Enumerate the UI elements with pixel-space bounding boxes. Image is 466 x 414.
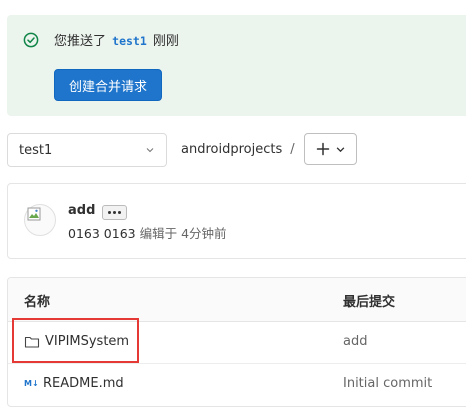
check-circle-icon [23,32,39,48]
column-header-name: 名称 [24,295,51,310]
breadcrumb: androidprojects / [181,140,295,160]
file-last-commit-link[interactable]: add [343,334,367,349]
breadcrumb-root-link[interactable]: androidprojects [181,142,282,157]
broken-image-icon [27,207,41,221]
commit-action: 编辑于 [139,226,178,241]
table-header: 名称 最后提交 [8,278,466,322]
breadcrumb-separator: / [290,142,295,157]
file-name-text: README.md [43,376,124,391]
ellipsis-icon [108,211,121,214]
commit-time: 4分钟前 [181,226,227,241]
create-merge-request-button[interactable]: 创建合并请求 [54,69,162,101]
table-row[interactable]: M↓ README.md Initial commit [8,364,466,406]
alert-message: 您推送了 test1 刚刚 [54,32,179,51]
toggle-commit-description-button[interactable] [102,205,127,220]
file-name-link[interactable]: M↓ README.md [24,376,124,391]
branch-selector-label: test1 [19,142,53,158]
branch-selector[interactable]: test1 [7,133,167,167]
commit-title-link[interactable]: add [68,203,95,218]
alert-text-after: 刚刚 [152,34,179,49]
push-alert: 您推送了 test1 刚刚 创建合并请求 [7,15,466,116]
plus-icon [316,142,330,156]
alert-branch-name: test1 [112,34,147,48]
add-to-tree-dropdown[interactable] [304,133,357,165]
markdown-icon: M↓ [24,379,39,388]
avatar[interactable] [24,204,56,236]
commit-meta: 0163 0163 编辑于 4分钟前 [68,223,227,242]
alert-text-before: 您推送了 [54,34,107,49]
annotation-highlight-box [12,318,139,363]
commit-author-link[interactable]: 0163 0163 [68,226,136,241]
last-commit-panel: add 0163 0163 编辑于 4分钟前 [7,183,466,259]
file-last-commit-link[interactable]: Initial commit [343,376,432,391]
column-header-last-commit: 最后提交 [343,295,396,310]
chevron-down-icon [146,148,154,153]
chevron-down-icon [336,146,345,152]
